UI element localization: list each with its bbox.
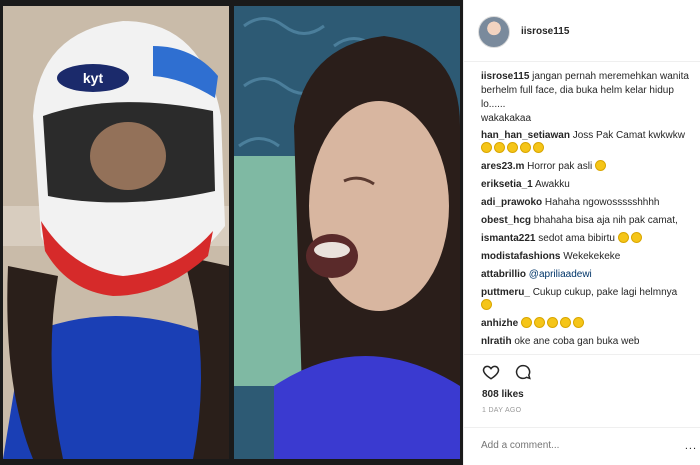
comment-text: bhahaha bisa aja nih pak camat, <box>533 215 678 226</box>
post-photo[interactable]: kyt <box>0 0 463 465</box>
comment-item: han_han_setiawan Joss Pak Camat kwkwkw <box>481 129 697 155</box>
comment-username[interactable]: adi_prawoko <box>481 197 542 208</box>
comment-text: Joss Pak Camat kwkwkw <box>572 130 685 141</box>
emoji-icon <box>617 232 629 243</box>
helmet-illustration: kyt <box>3 6 229 459</box>
post-sidebar: iisrose115 iisrose115 jangan pernah mere… <box>463 0 700 465</box>
emoji-icon <box>630 232 642 243</box>
comment-item: ares23.m Horror pak asli <box>481 160 697 173</box>
emoji-icon <box>507 142 518 153</box>
likes-count[interactable]: 808 likes <box>482 389 524 400</box>
emoji-icon <box>560 317 572 328</box>
add-comment-bar: ... <box>464 427 700 465</box>
caption-text-2: wakakakaa <box>481 113 532 124</box>
comment-text: Wekekekeke <box>563 251 621 262</box>
comment-username[interactable]: puttmeru_ <box>481 287 530 298</box>
helmet-logo: kyt <box>83 70 104 86</box>
comment-username[interactable]: nlratih <box>481 336 512 347</box>
comment-username[interactable]: ismanta221 <box>481 233 535 244</box>
emoji-icon <box>573 317 585 328</box>
post-timestamp: 1 DAY AGO <box>482 407 522 414</box>
comment-text: Hahaha ngowossssshhhh <box>544 197 660 208</box>
comment-username[interactable]: obest_hcg <box>481 215 531 226</box>
sleeping-illustration <box>234 6 460 459</box>
photo-right-sleeping <box>234 6 460 459</box>
comment-item: adi_prawoko Hahaha ngowossssshhhh <box>481 196 697 209</box>
comment-bubble-icon[interactable] <box>514 363 532 381</box>
emoji-icon <box>533 142 544 153</box>
emoji-icon <box>521 317 533 328</box>
comment-username[interactable]: ares23.m <box>481 161 524 172</box>
comment-item: eriksetia_1 Awakku <box>481 178 697 191</box>
comment-item: modistafashions Wekekekeke <box>481 250 697 263</box>
comment-item: obest_hcg bhahaha bisa aja nih pak camat… <box>481 214 697 227</box>
comment-username[interactable]: anhizhe <box>481 318 518 329</box>
comment-item: nlratih oke ane coba gan buka web <box>481 335 697 348</box>
avatar[interactable] <box>478 16 510 48</box>
comment-item: anhizhe <box>481 317 697 330</box>
emoji-icon <box>520 142 531 153</box>
comment-text: oke ane coba gan buka web <box>514 336 640 347</box>
post-caption: iisrose115 jangan pernah meremehkan wani… <box>481 70 697 126</box>
comment-username[interactable]: eriksetia_1 <box>481 179 533 190</box>
emoji-icon <box>494 142 505 153</box>
comment-text: Cukup cukup, pake lagi helmnya <box>532 287 678 298</box>
comment-text: sedot ama bibirtu <box>538 233 615 244</box>
emoji-icon <box>481 299 492 310</box>
post-header: iisrose115 <box>464 0 700 62</box>
add-comment-input[interactable] <box>481 440 661 451</box>
comment-text: Horror pak asli <box>527 161 593 172</box>
comment-username[interactable]: han_han_setiawan <box>481 130 570 141</box>
caption-username[interactable]: iisrose115 <box>481 71 529 82</box>
emoji-icon <box>481 142 492 153</box>
emoji-icon <box>534 317 546 328</box>
comment-mention-link[interactable]: @apriliaadewi <box>529 269 592 280</box>
comment-username[interactable]: modistafashions <box>481 251 560 262</box>
photo-left-helmet: kyt <box>3 6 229 459</box>
comment-item: ismanta221 sedot ama bibirtu <box>481 232 697 245</box>
post-username[interactable]: iisrose115 <box>521 26 569 37</box>
emoji-icon <box>594 160 606 171</box>
comment-list: iisrose115 jangan pernah meremehkan wani… <box>481 70 697 354</box>
emoji-icon <box>547 317 559 328</box>
comment-text: Awakku <box>534 179 570 190</box>
heart-icon[interactable] <box>482 363 500 381</box>
comment-item: attabrillio @apriliaadewi <box>481 268 697 281</box>
comment-username[interactable]: attabrillio <box>481 269 526 280</box>
more-options-icon[interactable]: ... <box>685 440 697 452</box>
comment-item: puttmeru_ Cukup cukup, pake lagi helmnya <box>481 286 697 312</box>
post-actions: 808 likes 1 DAY AGO ... <box>464 354 700 465</box>
